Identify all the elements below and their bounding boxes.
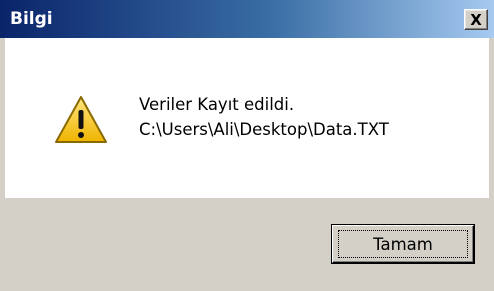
- button-bar: Tamam: [5, 198, 489, 286]
- warning-icon: [55, 96, 107, 143]
- message-dialog: Bilgi X Veriler Kayıt edildi. C:\Users\A…: [0, 0, 494, 291]
- message-area: Veriler Kayıt edildi. C:\Users\Ali\Deskt…: [5, 38, 489, 198]
- message-line-1: Veriler Kayıt edildi.: [139, 95, 295, 114]
- ok-button-label: Tamam: [373, 234, 433, 254]
- message-text: Veriler Kayıt edildi. C:\Users\Ali\Deskt…: [139, 92, 389, 142]
- close-icon: X: [470, 10, 482, 29]
- ok-button[interactable]: Tamam: [332, 225, 474, 263]
- window-frame-bottom: [0, 286, 494, 291]
- message-line-2: C:\Users\Ali\Desktop\Data.TXT: [139, 120, 389, 139]
- window-title: Bilgi: [10, 9, 53, 29]
- title-bar[interactable]: Bilgi X: [0, 0, 494, 38]
- close-button[interactable]: X: [464, 9, 488, 30]
